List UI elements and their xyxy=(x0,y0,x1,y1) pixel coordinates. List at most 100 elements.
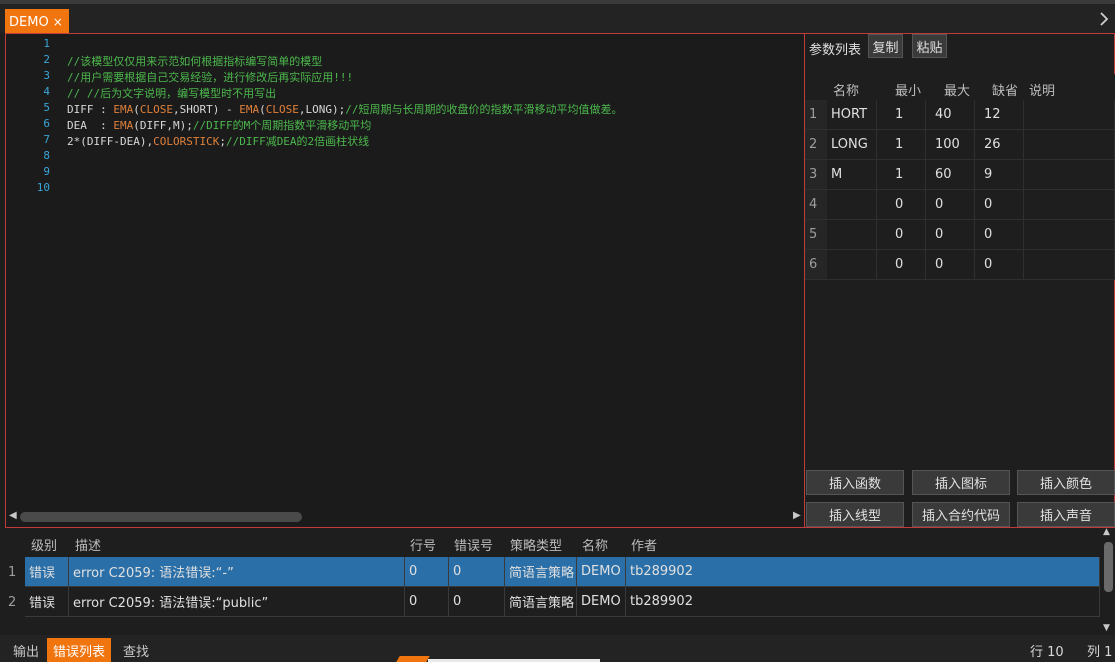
param-cell-desc[interactable] xyxy=(1024,130,1115,160)
param-cell-min[interactable]: 0 xyxy=(877,250,926,280)
param-cell-max[interactable]: 0 xyxy=(926,220,975,250)
error-cell-author: tb289902 xyxy=(626,587,1100,617)
line-number: 2 xyxy=(43,53,50,66)
param-cell-def[interactable]: 12 xyxy=(975,100,1024,130)
code-line[interactable]: //该模型仅仅用来示范如何根据指标编写简单的模型 xyxy=(67,53,322,69)
param-cell-min[interactable]: 1 xyxy=(877,130,926,160)
param-row[interactable]: 4000 xyxy=(805,190,1115,220)
param-cell-desc[interactable] xyxy=(1024,250,1115,280)
insert-sound-button[interactable]: 插入声音 xyxy=(1017,502,1115,527)
code-token: CLOSE xyxy=(139,103,173,116)
param-row[interactable]: 6000 xyxy=(805,250,1115,280)
param-row-number: 5 xyxy=(805,220,827,250)
code-editor[interactable]: 1 2 3 4 5 6 7 8 9 10 //该模型仅仅用来示范如何根据指标编写… xyxy=(5,33,805,527)
param-cell-name[interactable] xyxy=(827,220,877,250)
error-row[interactable]: 1 错误 error C2059: 语法错误:“-” 0 0 简语言策略 DEMO tb289… xyxy=(5,557,1100,587)
param-row-number: 2 xyxy=(805,130,827,160)
error-cell-level: 错误 xyxy=(25,587,69,617)
tab-output[interactable]: 输出 xyxy=(7,638,45,662)
param-cell-min[interactable]: 0 xyxy=(877,190,926,220)
col-header-name: 名称 xyxy=(582,539,609,554)
param-cell-def[interactable]: 0 xyxy=(975,220,1024,250)
insert-color-button[interactable]: 插入颜色 xyxy=(1017,470,1115,495)
code-token: DIFF : xyxy=(67,103,114,116)
error-row[interactable]: 2 错误 error C2059: 语法错误:“public” 0 0 简语言策略 DEMO… xyxy=(5,587,1100,617)
error-cell-name: DEMO xyxy=(577,557,626,587)
tab-demo[interactable]: DEMO × xyxy=(5,9,69,35)
insert-contract-code-button[interactable]: 插入合约代码 xyxy=(912,502,1010,527)
insert-linetype-button[interactable]: 插入线型 xyxy=(806,502,904,527)
insert-function-button[interactable]: 插入函数 xyxy=(806,470,904,495)
line-number-gutter: 1 2 3 4 5 6 7 8 9 10 xyxy=(6,34,56,204)
col-header-min: 最小 xyxy=(895,84,922,99)
param-cell-name[interactable]: M xyxy=(827,160,877,190)
param-row-number: 1 xyxy=(805,100,827,130)
param-cell-max[interactable]: 40 xyxy=(926,100,975,130)
param-cell-def[interactable]: 0 xyxy=(975,190,1024,220)
param-row[interactable]: 2 LONG 1 100 26 xyxy=(805,130,1115,160)
param-cell-min[interactable]: 0 xyxy=(877,220,926,250)
error-cell-type: 简语言策略 xyxy=(505,587,577,617)
param-cell-desc[interactable] xyxy=(1024,190,1115,220)
tab-find[interactable]: 查找 xyxy=(117,638,155,662)
param-row[interactable]: 1 HORT 1 40 12 xyxy=(805,100,1115,130)
param-cell-def[interactable]: 0 xyxy=(975,250,1024,280)
param-cell-min[interactable]: 1 xyxy=(877,100,926,130)
param-cell-max[interactable]: 0 xyxy=(926,190,975,220)
scroll-right-icon[interactable]: ▶ xyxy=(793,510,801,521)
param-cell-max[interactable]: 100 xyxy=(926,130,975,160)
code-line[interactable]: DIFF : EMA(CLOSE,SHORT) - EMA(CLOSE,LONG… xyxy=(67,101,622,117)
scroll-left-icon[interactable]: ◀ xyxy=(9,510,17,521)
tab-label: DEMO xyxy=(9,14,49,30)
param-cell-name[interactable]: LONG xyxy=(827,130,877,160)
col-header-desc: 说明 xyxy=(1029,84,1056,99)
param-cell-desc[interactable] xyxy=(1024,160,1115,190)
param-cell-max[interactable]: 60 xyxy=(926,160,975,190)
code-token: //DIFF减DEA的2倍画柱状线 xyxy=(225,135,370,148)
col-header-default: 缺省 xyxy=(992,84,1019,99)
param-row[interactable]: 5000 xyxy=(805,220,1115,250)
code-token: DEA : xyxy=(67,119,114,132)
col-header-name: 名称 xyxy=(833,84,860,99)
copy-button[interactable]: 复制 xyxy=(868,34,903,58)
code-line[interactable]: 2*(DIFF-DEA),COLORSTICK;//DIFF减DEA的2倍画柱状… xyxy=(67,133,369,149)
param-cell-def[interactable]: 9 xyxy=(975,160,1024,190)
error-list-panel: 级别 描述 行号 错误号 策略类型 名称 作者 1 错误 error C2059: … xyxy=(5,527,1115,635)
code-token: //短周期与长周期的收盘价的指数平滑移动平均值做差。 xyxy=(345,103,623,116)
code-token: //该模型仅仅用来示范如何根据指标编写简单的模型 xyxy=(67,55,323,68)
scroll-down-icon[interactable]: ▼ xyxy=(1103,623,1110,633)
code-token: //DIFF的M个周期指数平滑移动平均 xyxy=(192,119,372,132)
param-row[interactable]: 3 M 1 60 9 xyxy=(805,160,1115,190)
code-line[interactable]: // //后为文字说明，编写模型时不用写出 xyxy=(67,85,276,101)
tab-error-list[interactable]: 错误列表 xyxy=(47,638,112,662)
param-cell-name[interactable]: HORT xyxy=(827,100,877,130)
code-token: ,SHORT) - xyxy=(172,103,240,116)
code-token: // //后为文字说明，编写模型时不用写出 xyxy=(67,87,277,100)
code-token: 2*(DIFF-DEA), xyxy=(67,135,154,148)
error-row-number: 2 xyxy=(8,594,17,610)
error-cell-line: 0 xyxy=(405,587,449,617)
chevron-right-icon[interactable] xyxy=(1099,12,1109,30)
code-token: ( xyxy=(133,103,140,116)
insert-chart-button[interactable]: 插入图标 xyxy=(912,470,1010,495)
code-token: //用户需要根据自己交易经验，进行修改后再实际应用!!! xyxy=(67,71,354,84)
line-number: 8 xyxy=(43,149,50,162)
scroll-up-icon[interactable]: ▲ xyxy=(1103,527,1110,537)
vertical-scrollbar[interactable] xyxy=(1104,542,1113,592)
code-line[interactable]: //用户需要根据自己交易经验，进行修改后再实际应用!!! xyxy=(67,69,353,85)
param-cell-name[interactable] xyxy=(827,190,877,220)
close-icon[interactable]: × xyxy=(53,15,63,29)
error-cell-level: 错误 xyxy=(25,557,69,587)
line-number: 3 xyxy=(43,69,50,82)
status-row: 行 10 xyxy=(1030,645,1064,660)
param-cell-max[interactable]: 0 xyxy=(926,250,975,280)
param-cell-min[interactable]: 1 xyxy=(877,160,926,190)
line-number: 4 xyxy=(43,85,50,98)
param-cell-desc[interactable] xyxy=(1024,220,1115,250)
horizontal-scrollbar[interactable] xyxy=(20,512,302,522)
param-cell-def[interactable]: 26 xyxy=(975,130,1024,160)
paste-button[interactable]: 粘贴 xyxy=(912,34,947,58)
code-line[interactable]: DEA : EMA(DIFF,M);//DIFF的M个周期指数平滑移动平均 xyxy=(67,117,371,133)
param-cell-desc[interactable] xyxy=(1024,100,1115,130)
param-cell-name[interactable] xyxy=(827,250,877,280)
